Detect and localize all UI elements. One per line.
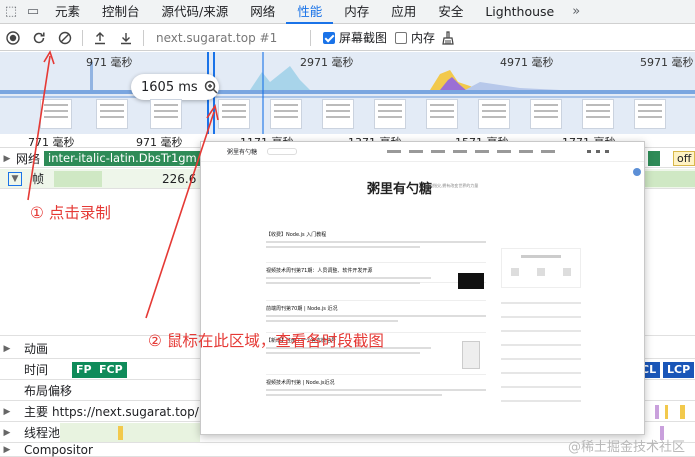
- annotation-arrows: [27, 50, 219, 319]
- annotation-record: ① 点击录制: [30, 204, 111, 222]
- watermark: @稀土掘金技术社区: [568, 440, 686, 455]
- annotation-hover: ② 鼠标在此区域，查看各时段截图: [148, 332, 384, 350]
